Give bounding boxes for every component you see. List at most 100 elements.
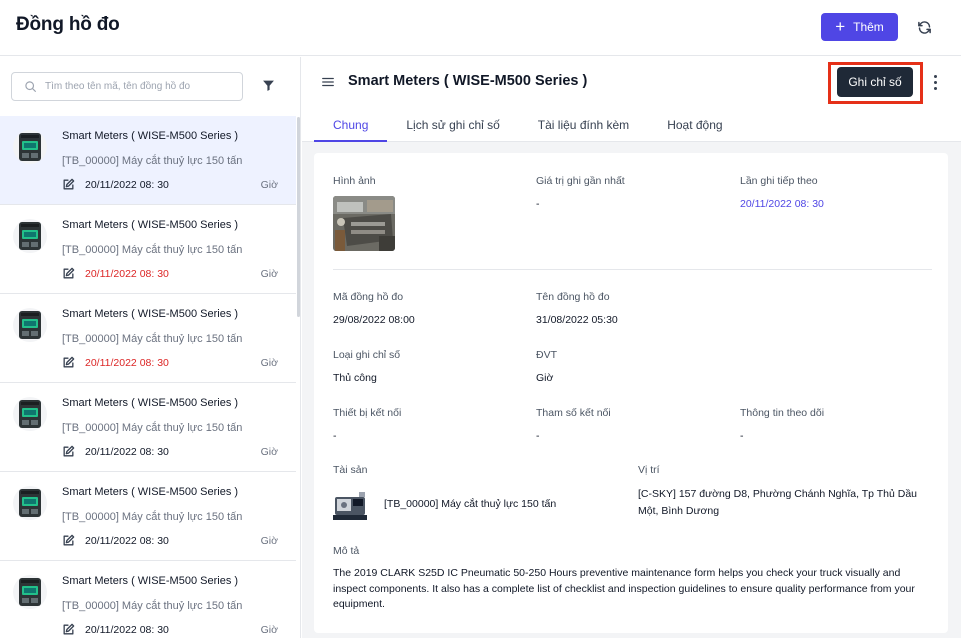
detail-title: Smart Meters ( WISE-M500 Series ) — [348, 73, 588, 89]
list-item-date: 20/11/2022 08: 30 — [85, 268, 169, 280]
filter-button[interactable] — [262, 79, 276, 93]
asset-label: Tài sản — [333, 464, 368, 476]
list-item-asset: [TB_00000] Máy cắt thuỷ lực 150 tấn — [62, 511, 243, 523]
page-title: Đồng hồ đo — [16, 14, 120, 35]
meter-photo-image — [333, 196, 395, 251]
list-item-asset: [TB_00000] Máy cắt thuỷ lực 150 tấn — [62, 244, 243, 256]
machine-icon — [333, 489, 369, 523]
add-button-label: Thêm — [853, 20, 884, 34]
meter-code-value: 29/08/2022 08:00 — [333, 314, 415, 326]
record-type-label: Loại ghi chỉ số — [333, 349, 401, 361]
next-record-value: 20/11/2022 08: 30 — [740, 198, 824, 210]
list-item[interactable]: Smart Meters ( WISE-M500 Series ) [TB_000… — [0, 561, 296, 638]
image-label: Hình ảnh — [333, 175, 376, 187]
kebab-dot-icon — [933, 86, 937, 90]
meter-icon — [13, 575, 47, 609]
record-reading-button[interactable]: Ghi chỉ số — [837, 67, 913, 97]
meter-photo[interactable] — [333, 196, 395, 251]
list-item-name: Smart Meters ( WISE-M500 Series ) — [62, 397, 239, 409]
latest-value-label: Giá trị ghi gần nhất — [536, 175, 625, 187]
list-item-unit: Giờ — [260, 357, 278, 369]
list-item-unit: Giờ — [260, 624, 278, 636]
list-item-date: 20/11/2022 08: 30 — [85, 535, 169, 547]
edit-icon[interactable] — [62, 534, 76, 548]
list-item[interactable]: Smart Meters ( WISE-M500 Series ) [TB_000… — [0, 205, 296, 294]
latest-value: - — [536, 198, 540, 210]
list-item-name: Smart Meters ( WISE-M500 Series ) — [62, 308, 239, 320]
list-item[interactable]: Smart Meters ( WISE-M500 Series ) [TB_000… — [0, 383, 296, 472]
list-item-date: 20/11/2022 08: 30 — [85, 624, 169, 636]
meter-name-value: 31/08/2022 05:30 — [536, 314, 618, 326]
list-item[interactable]: Smart Meters ( WISE-M500 Series ) [TB_000… — [0, 116, 296, 205]
top-bar: Đồng hồ đo + Thêm — [0, 0, 961, 56]
tab-reading-history[interactable]: Lịch sử ghi chỉ số — [387, 113, 518, 142]
refresh-icon — [917, 20, 931, 34]
unit-label: ĐVT — [536, 349, 557, 361]
detail-header: Smart Meters ( WISE-M500 Series ) Ghi ch… — [302, 57, 961, 142]
connection-param-label: Tham số kết nối — [536, 407, 611, 419]
meter-list-panel: Smart Meters ( WISE-M500 Series ) [TB_000… — [0, 57, 301, 638]
tab-general[interactable]: Chung — [314, 113, 388, 142]
refresh-button[interactable] — [912, 15, 936, 39]
list-scrollbar[interactable] — [297, 117, 300, 317]
list-item-name: Smart Meters ( WISE-M500 Series ) — [62, 575, 239, 587]
search-box[interactable] — [11, 72, 243, 101]
list-item-name: Smart Meters ( WISE-M500 Series ) — [62, 219, 239, 231]
meter-icon — [13, 486, 47, 520]
edit-icon[interactable] — [62, 178, 76, 192]
list-item-unit: Giờ — [260, 268, 278, 280]
edit-icon[interactable] — [62, 623, 76, 637]
meter-code-label: Mã đồng hồ đo — [333, 291, 404, 303]
location-label: Vị trí — [638, 464, 660, 476]
section-divider — [333, 269, 932, 270]
connected-device-label: Thiết bị kết nối — [333, 407, 402, 419]
meter-icon — [13, 397, 47, 431]
description-label: Mô tả — [333, 545, 360, 557]
meter-icon — [13, 219, 47, 253]
record-type-value: Thủ công — [333, 372, 377, 384]
list-item-date: 20/11/2022 08: 30 — [85, 446, 169, 458]
connected-device-value: - — [333, 430, 337, 442]
list-item-unit: Giờ — [260, 179, 278, 191]
add-button[interactable]: + Thêm — [821, 13, 898, 41]
connection-param-value: - — [536, 430, 540, 442]
next-record-label: Lần ghi tiếp theo — [740, 175, 818, 187]
tracking-info-value: - — [740, 430, 744, 442]
list-item-unit: Giờ — [260, 446, 278, 458]
tracking-info-label: Thông tin theo dõi — [740, 407, 825, 419]
meter-icon — [13, 130, 47, 164]
list-item-asset: [TB_00000] Máy cắt thuỷ lực 150 tấn — [62, 422, 243, 434]
filter-icon — [263, 80, 274, 91]
more-options-button[interactable] — [929, 72, 941, 92]
edit-icon[interactable] — [62, 356, 76, 370]
list-item-date: 20/11/2022 08: 30 — [85, 357, 169, 369]
meter-list: Smart Meters ( WISE-M500 Series ) [TB_000… — [0, 116, 296, 638]
search-input[interactable] — [45, 81, 235, 92]
list-item-date: 20/11/2022 08: 30 — [85, 179, 169, 191]
hamburger-menu-button[interactable] — [321, 75, 335, 89]
search-icon — [25, 81, 36, 92]
edit-icon[interactable] — [62, 267, 76, 281]
edit-icon[interactable] — [62, 445, 76, 459]
list-item-asset: [TB_00000] Máy cắt thuỷ lực 150 tấn — [62, 155, 243, 167]
list-item-asset: [TB_00000] Máy cắt thuỷ lực 150 tấn — [62, 333, 243, 345]
kebab-dot-icon — [933, 74, 937, 78]
detail-tabs: Chung Lịch sử ghi chỉ số Tài liệu đính k… — [314, 113, 742, 142]
location-value: [C-SKY] 157 đường D8, Phường Chánh Nghĩa… — [638, 488, 918, 517]
meter-icon — [13, 308, 47, 342]
list-item-unit: Giờ — [260, 535, 278, 547]
list-item[interactable]: Smart Meters ( WISE-M500 Series ) [TB_000… — [0, 294, 296, 383]
description-value: The 2019 CLARK S25D IC Pneumatic 50-250 … — [333, 567, 915, 610]
meter-name-label: Tên đồng hồ đo — [536, 291, 610, 303]
unit-value: Giờ — [536, 372, 554, 384]
tab-attachments[interactable]: Tài liệu đính kèm — [519, 113, 648, 142]
hamburger-icon — [322, 77, 334, 87]
list-item[interactable]: Smart Meters ( WISE-M500 Series ) [TB_000… — [0, 472, 296, 561]
plus-icon: + — [835, 16, 846, 36]
tab-activity[interactable]: Hoạt động — [648, 113, 741, 142]
asset-value[interactable]: [TB_00000] Máy cắt thuỷ lực 150 tấn — [384, 498, 556, 510]
list-item-name: Smart Meters ( WISE-M500 Series ) — [62, 130, 239, 142]
general-info-card: Hình ảnh Giá trị ghi gần nhất - Lần ghi … — [314, 153, 948, 633]
list-item-asset: [TB_00000] Máy cắt thuỷ lực 150 tấn — [62, 600, 243, 612]
detail-panel: Smart Meters ( WISE-M500 Series ) Ghi ch… — [302, 57, 961, 638]
